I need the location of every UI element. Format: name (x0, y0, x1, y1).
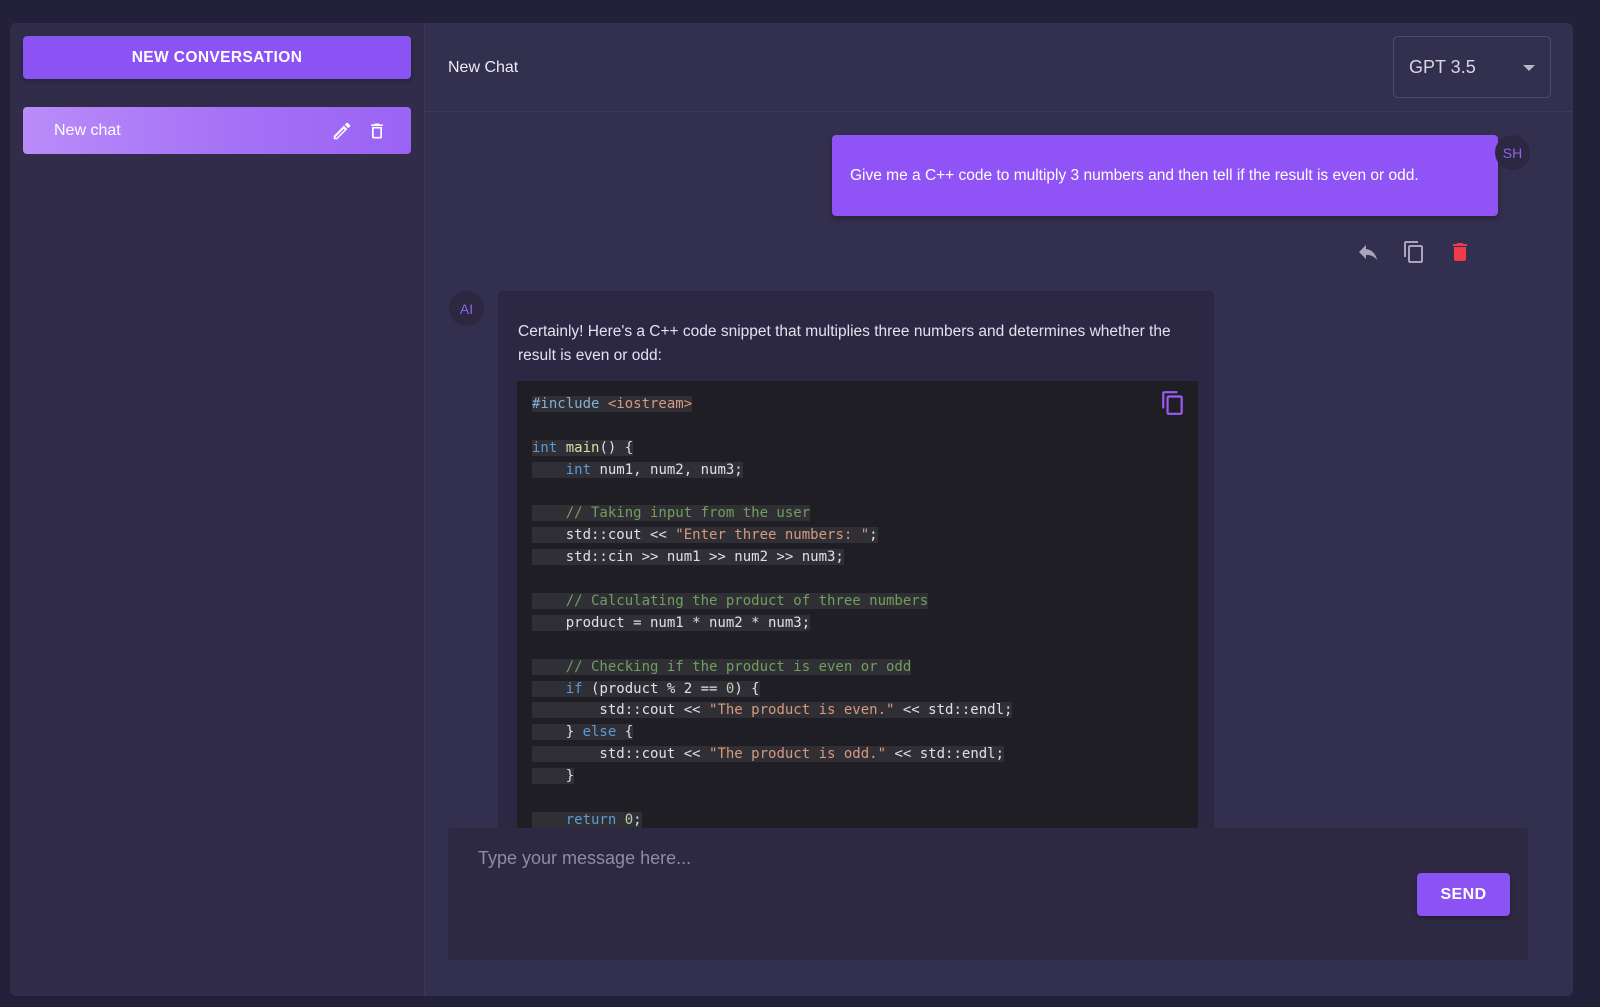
message-actions (1355, 239, 1473, 265)
chat-item-actions (331, 107, 387, 154)
code-line: std::cin >> num1 >> num2 >> num3; (532, 549, 844, 566)
code-line: // Taking input from the user (532, 505, 811, 522)
code-line: product = num1 * num2 * num3; (532, 614, 811, 631)
code-line: } (532, 768, 575, 785)
user-message-text: Give me a C++ code to multiply 3 numbers… (850, 166, 1419, 184)
new-conversation-button[interactable]: NEW CONVERSATION (23, 36, 411, 79)
chevron-down-icon (1523, 65, 1535, 71)
code-line: std::cout << "The product is even." << s… (532, 702, 1013, 719)
ai-message-text: Certainly! Here's a C++ code snippet tha… (518, 323, 1171, 364)
chat-main: New Chat GPT 3.5 Give me a C++ code to m… (425, 23, 1573, 996)
copy-icon[interactable] (1401, 239, 1427, 265)
reply-icon[interactable] (1355, 239, 1381, 265)
delete-icon[interactable] (1447, 239, 1473, 265)
code-line: #include <iostream> (532, 396, 693, 412)
code-line: int num1, num2, num3; (532, 460, 1012, 482)
user-message: Give me a C++ code to multiply 3 numbers… (832, 135, 1498, 216)
send-button[interactable]: SEND (1417, 873, 1510, 916)
trash-icon[interactable] (367, 120, 387, 142)
page-title: New Chat (448, 59, 519, 76)
code-block: #include <iostream> int main() { int num1… (517, 381, 1198, 831)
code-line: std::cout << "Enter three numbers: "; (532, 527, 878, 544)
app-window: NEW CONVERSATION New chat New Chat GPT 3… (10, 23, 1573, 996)
chat-header: New Chat GPT 3.5 (425, 23, 1573, 112)
ai-message: Certainly! Here's a C++ code snippet tha… (498, 291, 1214, 831)
code-line: if (product % 2 == 0) { (532, 679, 1012, 701)
pencil-icon[interactable] (331, 120, 353, 142)
copy-code-icon[interactable] (1160, 389, 1186, 417)
ai-avatar: AI (449, 291, 484, 326)
code-line: // Checking if the product is even or od… (532, 658, 912, 675)
sidebar: NEW CONVERSATION New chat (10, 23, 425, 996)
model-select-value: GPT 3.5 (1409, 57, 1476, 77)
code-line: // Calculating the product of three numb… (532, 593, 929, 610)
chat-item-label: New chat (54, 121, 121, 139)
user-avatar: SH (1495, 135, 1530, 170)
model-select[interactable]: GPT 3.5 (1393, 36, 1551, 98)
code-line: std::cout << "The product is odd." << st… (532, 746, 1005, 763)
code-content: #include <iostream> int main() { int num1… (532, 394, 1013, 831)
code-line: } else { (532, 724, 634, 741)
sidebar-chat-item[interactable]: New chat (23, 107, 411, 154)
message-input[interactable] (478, 843, 1378, 873)
code-line: int main() { (532, 439, 634, 456)
composer: SEND (448, 828, 1528, 960)
